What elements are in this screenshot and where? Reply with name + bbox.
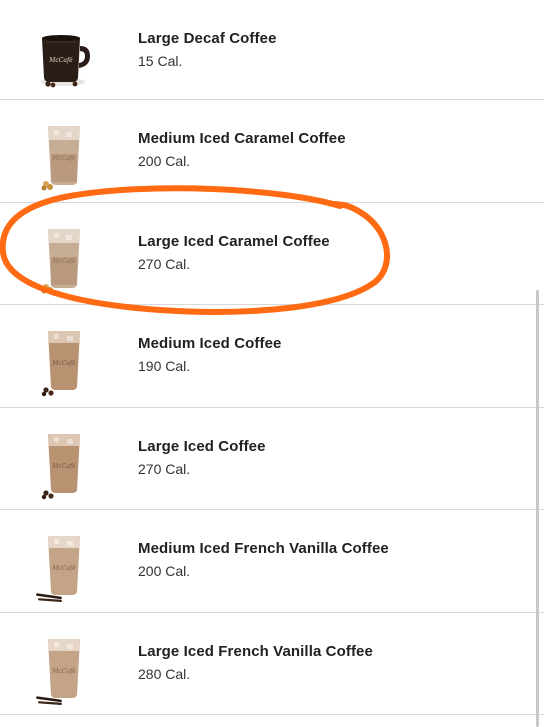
menu-item-large-iced-caramel-coffee[interactable]: McCafé Large Iced Caramel Coffee 270 Cal… [0, 203, 544, 305]
item-calories: 200 Cal. [138, 563, 191, 579]
svg-text:McCafé: McCafé [51, 463, 76, 470]
item-calories: 280 Cal. [138, 665, 191, 682]
iced-vanilla-coffee-icon: McCafé [36, 536, 80, 602]
item-text: Medium Iced Coffee 190 Cal. [138, 335, 282, 374]
item-calories: 190 Cal. [138, 358, 191, 374]
item-name: Medium Iced Caramel Coffee [138, 130, 346, 147]
menu-item-medium-iced-french-vanilla-coffee[interactable]: McCafé Medium Iced French Vanilla Coffee… [0, 510, 544, 613]
scrollbar[interactable] [536, 290, 539, 727]
menu-item-medium-iced-coffee[interactable]: McCafé Medium Iced Coffee 190 Cal. [0, 305, 544, 408]
iced-caramel-coffee-icon: McCafé [41, 228, 80, 293]
svg-text:McCafé: McCafé [48, 57, 73, 64]
item-calories: 15 Cal. [138, 53, 183, 69]
menu-list: McCafé Large Decaf Coffee 15 Cal. McCafé [0, 0, 544, 715]
item-name: Large Iced French Vanilla Coffee [138, 642, 373, 660]
item-text: Medium Iced French Vanilla Coffee 200 Ca… [138, 540, 389, 579]
item-text: Large Iced French Vanilla Coffee 280 Cal… [138, 643, 373, 682]
menu-item-large-iced-french-vanilla-coffee[interactable]: McCafé Large Iced French Vanilla Coffee … [0, 613, 544, 715]
item-calories: 200 Cal. [138, 153, 191, 169]
iced-caramel-coffee-icon: McCafé [41, 126, 80, 191]
menu-item-medium-iced-caramel-coffee[interactable]: McCafé Medium Iced Caramel Coffee 200 Ca… [0, 100, 544, 203]
item-name: Large Iced Caramel Coffee [138, 232, 330, 250]
item-name: Medium Iced Coffee [138, 335, 282, 352]
svg-text:McCafé: McCafé [51, 668, 76, 675]
item-text: Medium Iced Caramel Coffee 200 Cal. [138, 130, 346, 169]
iced-coffee-icon: McCafé [41, 331, 80, 397]
item-calories: 270 Cal. [138, 255, 191, 272]
iced-vanilla-coffee-icon: McCafé [36, 638, 80, 705]
svg-text:McCafé: McCafé [51, 565, 76, 572]
item-text: Large Iced Caramel Coffee 270 Cal. [138, 233, 330, 272]
menu-item-large-iced-coffee[interactable]: McCafé Large Iced Coffee 270 Cal. [0, 408, 544, 510]
item-calories: 270 Cal. [138, 460, 191, 477]
iced-coffee-icon: McCafé [41, 433, 80, 499]
menu-item-large-decaf-coffee[interactable]: McCafé Large Decaf Coffee 15 Cal. [0, 0, 544, 100]
svg-text:McCafé: McCafé [51, 360, 76, 367]
svg-text:McCafé: McCafé [51, 155, 76, 162]
svg-text:McCafé: McCafé [51, 258, 76, 265]
item-name: Medium Iced French Vanilla Coffee [138, 540, 389, 557]
item-name: Large Decaf Coffee [138, 30, 277, 47]
menu-page: McCafé Large Decaf Coffee 15 Cal. McCafé [0, 0, 544, 727]
item-text: Large Decaf Coffee 15 Cal. [138, 30, 277, 69]
item-text: Large Iced Coffee 270 Cal. [138, 438, 266, 477]
item-name: Large Iced Coffee [138, 437, 266, 455]
hot-coffee-mug-icon: McCafé [41, 35, 90, 88]
